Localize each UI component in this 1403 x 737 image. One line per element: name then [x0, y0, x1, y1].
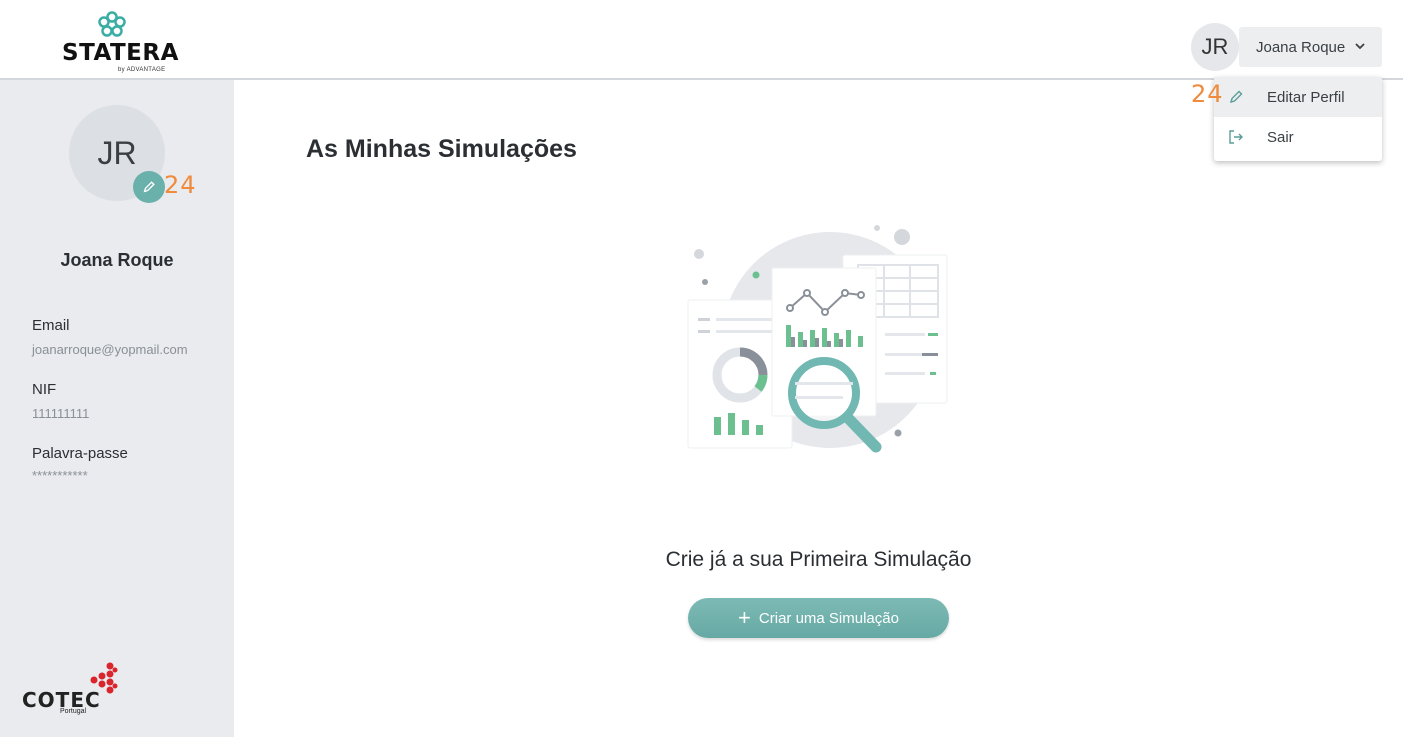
- logo-tagline: by ADVANTAGE: [118, 67, 166, 73]
- statera-logo[interactable]: STATERA by ADVANTAGE: [62, 10, 178, 74]
- create-simulation-label: Criar uma Simulação: [758, 609, 899, 627]
- menu-item-label: Sair: [1267, 128, 1294, 146]
- profile-sidebar: JR 24 Joana Roque Email joanarroque@yopm…: [0, 80, 234, 737]
- user-menu-label: Joana Roque: [1256, 38, 1346, 56]
- logo-flower-icon: [98, 11, 126, 37]
- menu-item-edit-profile[interactable]: Editar Perfil: [1214, 77, 1382, 117]
- nif-value: 111111111: [32, 406, 90, 421]
- cotec-logo: COTEC Portugal: [22, 660, 122, 718]
- pencil-icon: [143, 181, 155, 193]
- header-badge: 24: [1191, 80, 1224, 108]
- profile-name: Joana Roque: [60, 250, 174, 270]
- create-simulation-button[interactable]: + Criar uma Simulação: [688, 598, 949, 638]
- logo-text: STATERA: [62, 40, 179, 66]
- menu-item-logout[interactable]: Sair: [1214, 117, 1382, 157]
- user-dropdown-menu: Editar Perfil Sair: [1214, 77, 1382, 161]
- password-value: ***********: [32, 468, 88, 483]
- header-avatar[interactable]: JR: [1191, 23, 1239, 71]
- plus-icon: +: [738, 605, 751, 630]
- nif-label: NIF: [32, 381, 57, 398]
- email-label: Email: [32, 317, 70, 334]
- logout-icon: [1229, 130, 1243, 144]
- cotec-sub: Portugal: [60, 708, 87, 715]
- email-value: joanarroque@yopmail.com: [32, 342, 188, 357]
- user-menu-button[interactable]: Joana Roque: [1239, 27, 1382, 67]
- empty-state-illustration: [687, 225, 948, 453]
- avatar-badge: 24: [164, 171, 197, 199]
- chevron-down-icon: [1355, 43, 1365, 50]
- page-title: As Minhas Simulações: [306, 135, 577, 163]
- password-label: Palavra-passe: [32, 445, 128, 462]
- menu-item-label: Editar Perfil: [1267, 88, 1345, 106]
- top-header: STATERA by ADVANTAGE JR Joana Roque: [0, 0, 1403, 80]
- pencil-icon: [1229, 90, 1243, 104]
- edit-avatar-button[interactable]: [133, 171, 165, 203]
- empty-state-message: Crie já a sua Primeira Simulação: [665, 548, 972, 571]
